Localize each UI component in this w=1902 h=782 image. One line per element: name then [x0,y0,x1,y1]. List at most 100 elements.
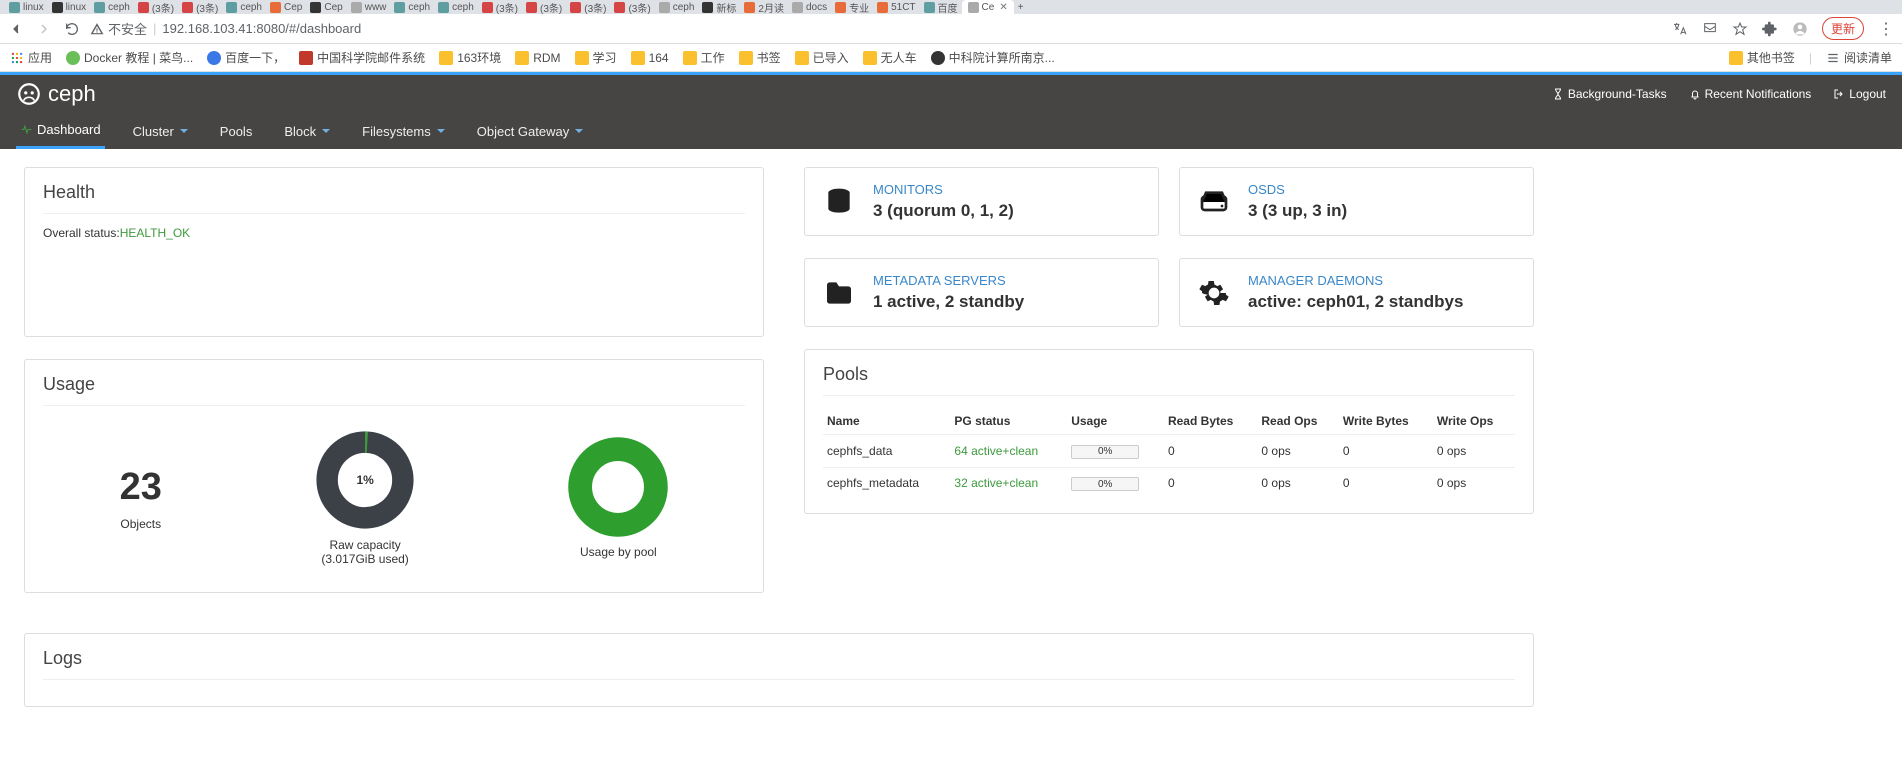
bookmark-item[interactable]: 中科院计算所南京... [931,49,1055,66]
bookmark-item[interactable]: 百度一下， [207,49,285,66]
bookmark-favicon [299,51,313,65]
browser-tab[interactable]: ceph [222,2,266,13]
browser-tab[interactable]: Cep [266,2,306,13]
browser-tab[interactable]: (3条) [610,0,654,14]
browser-tab[interactable]: (3条) [522,0,566,14]
browser-tab[interactable]: 专业 [831,0,873,14]
mds-card[interactable]: METADATA SERVERS 1 active, 2 standby [804,258,1159,327]
other-bookmarks[interactable]: 其他书签 [1729,49,1795,66]
browser-tab[interactable]: ceph [434,2,478,13]
bookmark-item[interactable]: RDM [515,51,560,65]
logs-card: Logs [24,633,1534,707]
browser-tab[interactable]: docs [788,2,831,13]
monitors-value: 3 (quorum 0, 1, 2) [873,201,1014,221]
browser-tab[interactable]: linux [48,2,91,13]
favicon [526,2,537,13]
col-ro[interactable]: Read Ops [1257,408,1339,435]
chevron-down-icon [180,129,188,133]
col-wo[interactable]: Write Ops [1433,408,1515,435]
nav-pools[interactable]: Pools [216,113,257,149]
mgr-card[interactable]: MANAGER DAEMONS active: ceph01, 2 standb… [1179,258,1534,327]
pool-pg: 32 active+clean [950,467,1067,499]
col-name[interactable]: Name [823,408,950,435]
col-usage[interactable]: Usage [1067,408,1164,435]
browser-tab[interactable]: 2月读 [740,0,788,14]
reading-list[interactable]: 阅读清单 [1826,49,1892,66]
notifications-link[interactable]: Recent Notifications [1689,87,1812,101]
chevron-down-icon [322,129,330,133]
back-button[interactable] [8,21,24,37]
nav-cluster[interactable]: Cluster [129,113,192,149]
pool-wb: 0 [1339,467,1433,499]
bookmark-item[interactable]: 已导入 [795,49,849,66]
database-icon [823,186,855,218]
nav-dashboard[interactable]: Dashboard [16,113,105,149]
browser-tab[interactable]: (3条) [478,0,522,14]
browser-tab[interactable]: ceph [655,2,699,13]
favicon [94,2,105,13]
pool-name: cephfs_metadata [823,467,950,499]
url-input[interactable]: 不安全 | 192.168.103.41:8080/#/dashboard [90,19,1662,38]
chevron-down-icon [575,129,583,133]
folder-icon [823,277,855,309]
browser-tab[interactable]: 51CT [873,2,919,13]
menu-icon[interactable]: ⋮ [1878,19,1894,39]
table-row[interactable]: cephfs_data 64 active+clean 0% 0 0 ops 0… [823,435,1515,468]
col-rb[interactable]: Read Bytes [1164,408,1257,435]
bookmark-item[interactable]: 学习 [575,49,617,66]
browser-tab[interactable]: ceph [390,2,434,13]
browser-tab[interactable]: (3条) [178,0,222,14]
bookmark-item[interactable]: 中国科学院邮件系统 [299,49,425,66]
browser-tab-active[interactable]: Ce✕ [962,0,1014,14]
forward-button[interactable] [36,21,52,37]
bookmark-item[interactable]: 书签 [739,49,781,66]
table-row[interactable]: cephfs_metadata 32 active+clean 0% 0 0 o… [823,467,1515,499]
col-pg[interactable]: PG status [950,408,1067,435]
pool-wo: 0 ops [1433,467,1515,499]
bookmark-favicon [931,51,945,65]
profile-icon[interactable] [1792,21,1808,37]
background-tasks-link[interactable]: Background-Tasks [1552,87,1667,101]
bookmark-item[interactable]: 工作 [683,49,725,66]
browser-tab[interactable]: 百度 [920,0,962,14]
apps-button[interactable]: 应用 [10,49,52,66]
favicon [138,2,149,13]
translate-icon[interactable] [1672,21,1688,37]
monitors-card[interactable]: MONITORS 3 (quorum 0, 1, 2) [804,167,1159,236]
pool-name: cephfs_data [823,435,950,468]
ceph-logo[interactable]: ceph [16,81,96,107]
nav-filesystems[interactable]: Filesystems [358,113,449,149]
ceph-logo-icon [16,81,42,107]
bookmark-item[interactable]: 164 [631,51,669,65]
ceph-nav: Dashboard Cluster Pools Block Filesystem… [0,113,1902,149]
bookmark-item[interactable]: Docker 教程 | 菜鸟... [66,49,193,66]
browser-tab[interactable]: linux [5,2,48,13]
favicon [394,2,405,13]
browser-tab[interactable]: (3条) [566,0,610,14]
pool-usage: 0% [1067,435,1164,468]
star-icon[interactable] [1732,21,1748,37]
osds-card[interactable]: OSDS 3 (3 up, 3 in) [1179,167,1534,236]
browser-tab[interactable]: 新标 [698,0,740,14]
favicon [351,2,362,13]
bookmark-item[interactable]: 163环境 [439,49,501,66]
close-icon[interactable]: ✕ [999,2,1007,13]
browser-tab[interactable]: Cep [306,2,346,13]
send-icon[interactable] [1702,21,1718,37]
folder-icon [795,51,809,65]
nav-block[interactable]: Block [280,113,334,149]
update-button[interactable]: 更新 [1822,17,1864,40]
new-tab-button[interactable]: + [1014,2,1028,13]
pools-title: Pools [823,364,1515,385]
browser-tab[interactable]: ceph [90,2,134,13]
col-wb[interactable]: Write Bytes [1339,408,1433,435]
reload-button[interactable] [64,21,80,37]
browser-tab[interactable]: (3条) [134,0,178,14]
extensions-icon[interactable] [1762,21,1778,37]
raw-capacity-label: Raw capacity [315,538,415,552]
gear-icon [1198,277,1230,309]
logout-link[interactable]: Logout [1833,87,1886,101]
browser-tab[interactable]: www [347,2,391,13]
nav-object-gateway[interactable]: Object Gateway [473,113,588,149]
bookmark-item[interactable]: 无人车 [863,49,917,66]
